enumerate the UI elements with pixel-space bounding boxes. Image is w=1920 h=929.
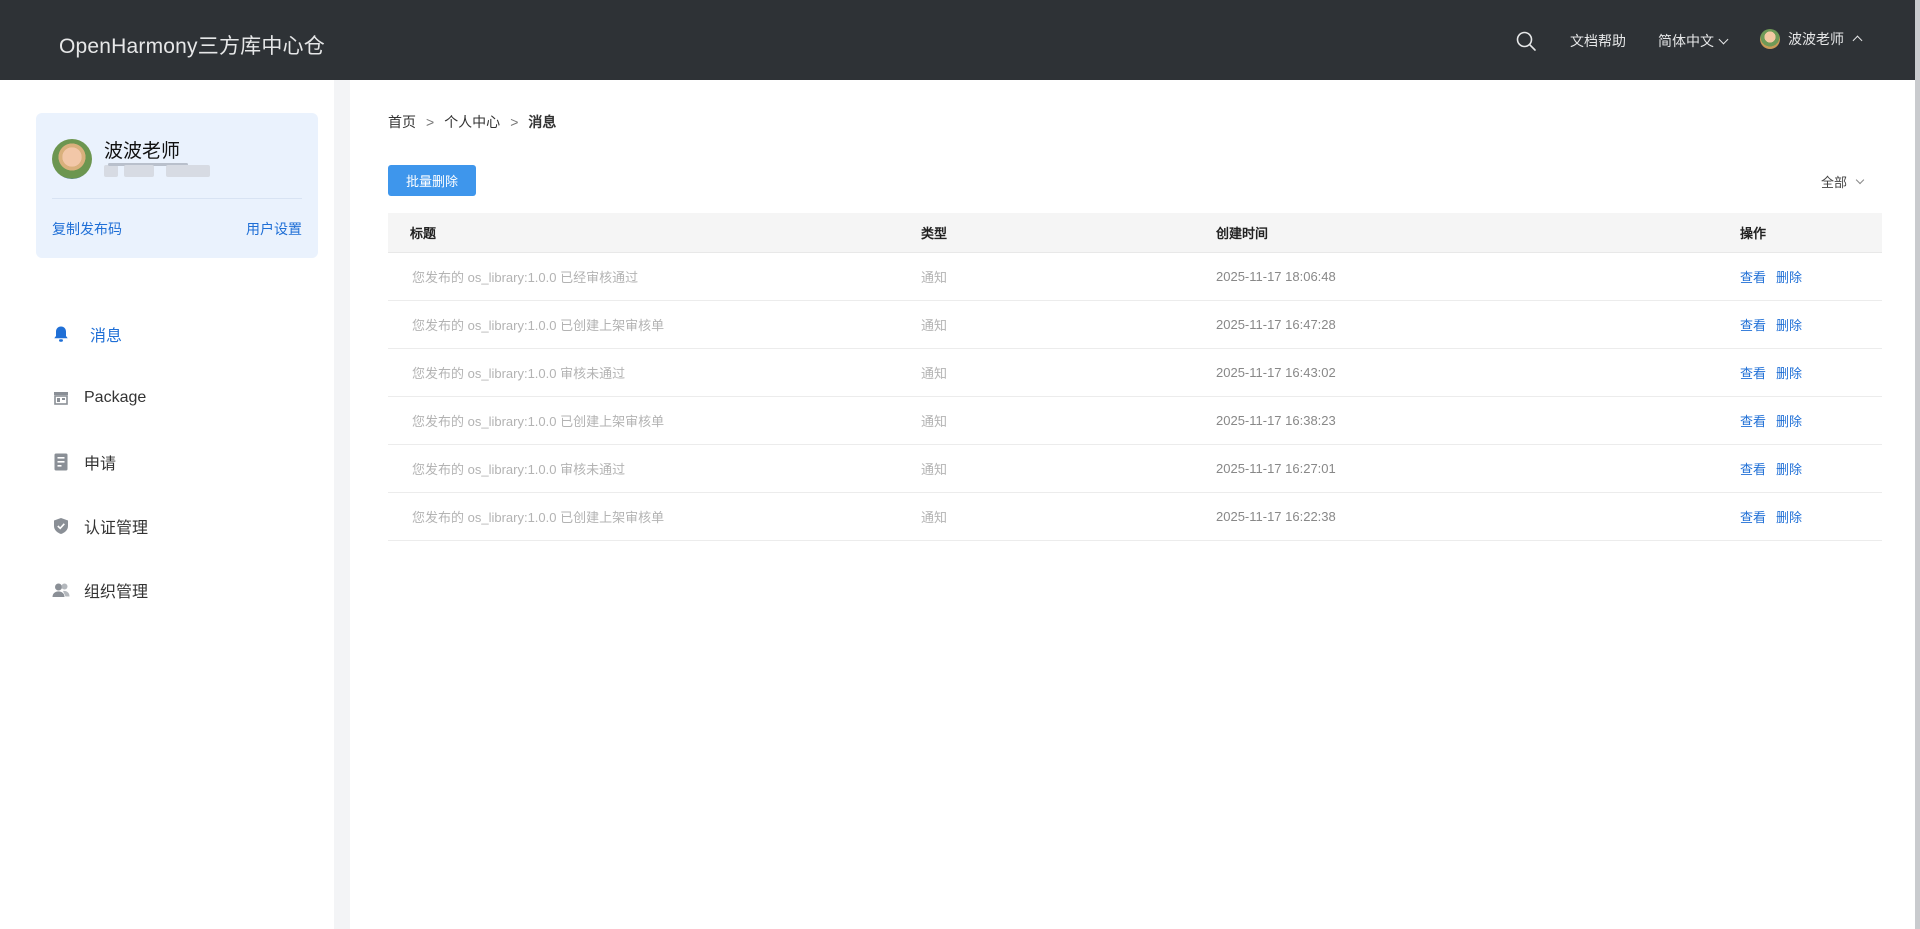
copy-publish-code-link[interactable]: 复制发布码: [52, 219, 122, 239]
user-settings-link[interactable]: 用户设置: [246, 219, 302, 239]
message-type: 通知: [921, 270, 948, 285]
message-type: 通知: [921, 510, 948, 525]
chevron-down-icon: [1855, 175, 1865, 184]
delete-link[interactable]: 删除: [1776, 459, 1802, 478]
delete-link[interactable]: 删除: [1776, 363, 1802, 382]
search-icon[interactable]: [1515, 30, 1537, 52]
message-time: 2025-11-17 16:27:01: [1216, 461, 1336, 476]
column-header-time: 创建时间: [1216, 226, 1269, 241]
sidebar-item-applications[interactable]: 申请: [0, 430, 334, 494]
message-time: 2025-11-17 16:43:02: [1216, 365, 1336, 380]
sidebar-item-organization[interactable]: 组织管理: [0, 558, 334, 622]
delete-link[interactable]: 删除: [1776, 267, 1802, 286]
user-name: 波波老师: [1788, 31, 1844, 47]
bell-icon: [52, 325, 70, 343]
messages-table: 标题 类型 创建时间 操作 您发布的 os_library:1.0.0 已经审核…: [388, 213, 1882, 541]
message-title: 您发布的 os_library:1.0.0 已创建上架审核单: [412, 414, 665, 429]
column-header-type: 类型: [921, 226, 948, 241]
top-navbar: OpenHarmony三方库中心仓 文档帮助 简体中文 波波老师: [0, 0, 1915, 80]
chevron-up-icon: [1852, 35, 1863, 46]
message-time: 2025-11-17 16:47:28: [1216, 317, 1336, 332]
sidebar-item-label: 消息: [90, 328, 123, 345]
breadcrumb: 首页 > 个人中心 > 消息: [388, 112, 556, 132]
language-selector[interactable]: 简体中文: [1658, 31, 1729, 51]
profile-card: 波波老师 复制发布码 用户设置: [36, 113, 318, 258]
breadcrumb-separator: >: [510, 114, 519, 130]
breadcrumb-separator: >: [426, 114, 435, 130]
message-type: 通知: [921, 318, 948, 333]
table-header: 标题 类型 创建时间 操作: [388, 213, 1882, 253]
message-type: 通知: [921, 414, 948, 429]
delete-link[interactable]: 删除: [1776, 507, 1802, 526]
document-icon: [52, 453, 70, 471]
sidebar-item-label: Package: [84, 389, 147, 406]
row-actions: 查看 删除: [1740, 411, 1882, 430]
row-actions: 查看 删除: [1740, 459, 1882, 478]
view-link[interactable]: 查看: [1740, 411, 1766, 430]
table-row: 您发布的 os_library:1.0.0 已创建上架审核单 通知 2025-1…: [388, 301, 1882, 349]
group-icon: [52, 581, 70, 599]
page-scrollbar[interactable]: [1915, 0, 1920, 929]
profile-name: 波波老师: [104, 141, 181, 162]
sidebar-nav: 消息 Package 申请 认证管理 组织管理: [0, 302, 334, 622]
sidebar-item-messages[interactable]: 消息: [0, 302, 334, 366]
row-actions: 查看 删除: [1740, 363, 1882, 382]
message-time: 2025-11-17 16:38:23: [1216, 413, 1336, 428]
message-time: 2025-11-17 16:22:38: [1216, 509, 1336, 524]
delete-link[interactable]: 删除: [1776, 315, 1802, 334]
message-title: 您发布的 os_library:1.0.0 已创建上架审核单: [412, 510, 665, 525]
sidebar: 波波老师 复制发布码 用户设置 消息 Package 申请 认证管理 组织管理: [0, 80, 334, 929]
view-link[interactable]: 查看: [1740, 507, 1766, 526]
divider: [52, 198, 302, 199]
message-time: 2025-11-17 18:06:48: [1216, 269, 1336, 284]
delete-link[interactable]: 删除: [1776, 411, 1802, 430]
chevron-down-icon: [1718, 34, 1729, 44]
message-title: 您发布的 os_library:1.0.0 审核未通过: [412, 462, 626, 477]
view-link[interactable]: 查看: [1740, 459, 1766, 478]
main-content: 首页 > 个人中心 > 消息 批量删除 全部 标题 类型 创建时间 操作 您发布…: [350, 80, 1915, 929]
table-row: 您发布的 os_library:1.0.0 审核未通过 通知 2025-11-1…: [388, 349, 1882, 397]
docs-help-link[interactable]: 文档帮助: [1570, 31, 1626, 51]
avatar: [52, 139, 92, 179]
table-row: 您发布的 os_library:1.0.0 已经审核通过 通知 2025-11-…: [388, 253, 1882, 301]
breadcrumb-personal-center[interactable]: 个人中心: [444, 112, 500, 132]
breadcrumb-home[interactable]: 首页: [388, 112, 416, 132]
table-row: 您发布的 os_library:1.0.0 审核未通过 通知 2025-11-1…: [388, 445, 1882, 493]
column-header-actions: 操作: [1740, 226, 1767, 241]
column-header-title: 标题: [410, 226, 437, 241]
filter-label: 全部: [1820, 175, 1847, 190]
view-link[interactable]: 查看: [1740, 267, 1766, 286]
view-link[interactable]: 查看: [1740, 315, 1766, 334]
row-actions: 查看 删除: [1740, 267, 1882, 286]
language-label: 简体中文: [1658, 33, 1714, 49]
table-row: 您发布的 os_library:1.0.0 已创建上架审核单 通知 2025-1…: [388, 493, 1882, 541]
avatar: [1760, 29, 1780, 49]
redacted-user-id: [104, 163, 214, 177]
sidebar-item-label: 申请: [84, 456, 117, 473]
batch-delete-button[interactable]: 批量删除: [388, 165, 476, 196]
message-title: 您发布的 os_library:1.0.0 已创建上架审核单: [412, 318, 665, 333]
row-actions: 查看 删除: [1740, 315, 1882, 334]
sidebar-item-label: 认证管理: [84, 520, 149, 537]
message-type-filter[interactable]: 全部: [1820, 172, 1865, 191]
sidebar-item-label: 组织管理: [84, 584, 149, 601]
view-link[interactable]: 查看: [1740, 363, 1766, 382]
package-icon: [52, 389, 70, 407]
user-menu[interactable]: 波波老师: [1760, 29, 1863, 49]
site-logo-text[interactable]: OpenHarmony三方库中心仓: [59, 30, 325, 60]
sidebar-item-certification[interactable]: 认证管理: [0, 494, 334, 558]
message-title: 您发布的 os_library:1.0.0 已经审核通过: [412, 270, 639, 285]
message-type: 通知: [921, 366, 948, 381]
breadcrumb-current: 消息: [528, 114, 557, 130]
message-title: 您发布的 os_library:1.0.0 审核未通过: [412, 366, 626, 381]
row-actions: 查看 删除: [1740, 507, 1882, 526]
message-type: 通知: [921, 462, 948, 477]
shield-icon: [52, 517, 70, 535]
table-row: 您发布的 os_library:1.0.0 已创建上架审核单 通知 2025-1…: [388, 397, 1882, 445]
sidebar-item-package[interactable]: Package: [0, 366, 334, 430]
